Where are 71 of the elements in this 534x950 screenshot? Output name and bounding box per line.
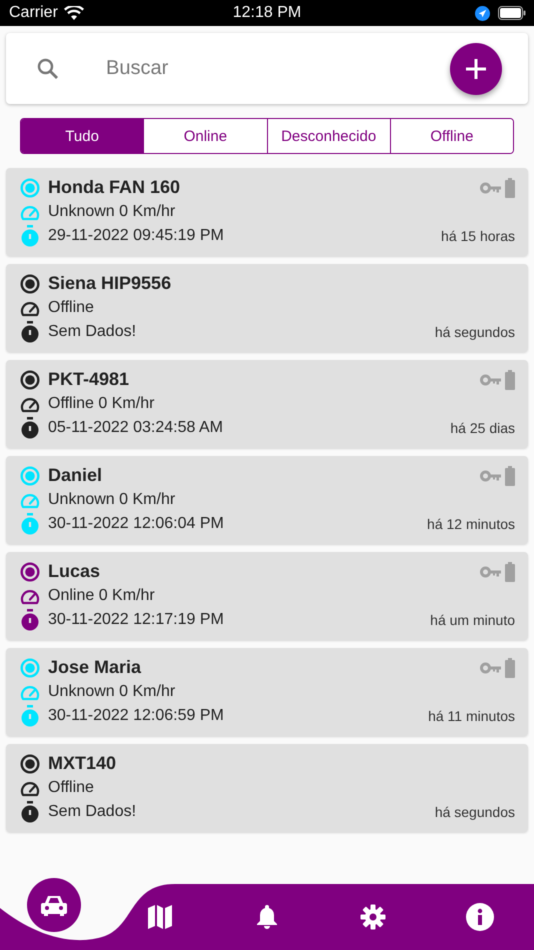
key-icon xyxy=(480,566,502,578)
vehicle-name: Siena HIP9556 xyxy=(48,273,172,294)
time-ago-text: há um minuto xyxy=(430,612,515,628)
add-button[interactable] xyxy=(450,42,502,94)
bell-icon xyxy=(255,904,279,930)
search-icon xyxy=(36,56,60,80)
stopwatch-icon xyxy=(20,704,40,726)
clock: 12:18 PM xyxy=(232,4,302,22)
key-icon xyxy=(480,662,502,674)
filter-tab[interactable]: Tudo xyxy=(21,119,144,153)
stopwatch-icon xyxy=(20,608,40,630)
last-update-text: 30-11-2022 12:17:19 PM xyxy=(48,610,224,628)
speed-text: Offline xyxy=(48,298,94,316)
stopwatch-icon xyxy=(20,800,40,822)
wifi-icon xyxy=(64,6,84,20)
vehicle-card[interactable]: Honda FAN 160 Unknown 0 Km/hr 29-11-2022 09:45:19 PM há 15 horas xyxy=(6,168,528,256)
vehicle-name: Daniel xyxy=(48,465,102,486)
speed-text: Unknown 0 Km/hr xyxy=(48,682,176,700)
last-update-text: 29-11-2022 09:45:19 PM xyxy=(48,226,224,244)
gear-icon xyxy=(360,904,386,930)
stopwatch-icon xyxy=(20,224,40,246)
vehicle-card[interactable]: MXT140 Offline Sem Dados! há segundos xyxy=(6,744,528,832)
map-icon xyxy=(147,904,173,930)
key-icon xyxy=(480,374,502,386)
last-update-text: 30-11-2022 12:06:59 PM xyxy=(48,706,224,724)
vehicle-card[interactable]: Daniel Unknown 0 Km/hr 30-11-2022 12:06:04 PM há 12 minutos xyxy=(6,456,528,544)
speed-text: Unknown 0 Km/hr xyxy=(48,202,176,220)
time-ago-text: há segundos xyxy=(434,804,515,820)
last-update-text: 30-11-2022 12:06:04 PM xyxy=(48,514,224,532)
time-ago-text: há 25 dias xyxy=(450,420,515,436)
vehicle-name: PKT-4981 xyxy=(48,369,130,390)
filter-tab[interactable]: Offline xyxy=(390,119,513,153)
time-ago-text: há segundos xyxy=(434,324,515,340)
vehicle-card[interactable]: Jose Maria Unknown 0 Km/hr 30-11-2022 12:06:59 PM há 11 minutos xyxy=(6,648,528,736)
stopwatch-icon xyxy=(20,416,40,438)
battery-icon xyxy=(505,178,515,198)
vehicle-name: Jose Maria xyxy=(48,657,142,678)
battery-icon xyxy=(505,562,515,582)
battery-icon xyxy=(505,466,515,486)
vehicle-name: MXT140 xyxy=(48,753,116,774)
info-icon xyxy=(466,903,494,931)
battery-icon xyxy=(505,658,515,678)
vehicle-card[interactable]: Lucas Online 0 Km/hr 30-11-2022 12:17:19 PM há um minuto xyxy=(6,552,528,640)
search-field[interactable]: Buscar xyxy=(104,56,450,81)
filter-tab[interactable]: Online xyxy=(143,119,266,153)
key-icon xyxy=(480,182,502,194)
filter-tab[interactable]: Desconhecido xyxy=(266,119,390,153)
battery-icon xyxy=(498,6,526,20)
speed-text: Unknown 0 Km/hr xyxy=(48,490,176,508)
time-ago-text: há 11 minutos xyxy=(428,708,515,724)
carrier-label: Carrier xyxy=(9,4,58,22)
plus-icon xyxy=(465,58,487,80)
speed-text: Offline 0 Km/hr xyxy=(48,394,154,412)
stopwatch-icon xyxy=(20,320,40,342)
vehicles-tab[interactable] xyxy=(27,878,81,932)
last-update-text: Sem Dados! xyxy=(48,322,136,340)
speed-text: Offline xyxy=(48,778,94,796)
vehicle-name: Lucas xyxy=(48,561,100,582)
key-icon xyxy=(480,470,502,482)
car-icon xyxy=(40,893,68,917)
vehicle-card[interactable]: PKT-4981 Offline 0 Km/hr 05-11-2022 03:24:58 AM há 25 dias xyxy=(6,360,528,448)
speed-text: Online 0 Km/hr xyxy=(48,586,155,604)
stopwatch-icon xyxy=(20,512,40,534)
battery-icon xyxy=(505,370,515,390)
vehicle-card[interactable]: Siena HIP9556 Offline Sem Dados! há segundos xyxy=(6,264,528,352)
time-ago-text: há 15 horas xyxy=(441,228,515,244)
vehicle-name: Honda FAN 160 xyxy=(48,177,180,198)
last-update-text: Sem Dados! xyxy=(48,802,136,820)
last-update-text: 05-11-2022 03:24:58 AM xyxy=(48,418,223,436)
location-icon xyxy=(475,6,490,20)
time-ago-text: há 12 minutos xyxy=(427,516,515,532)
